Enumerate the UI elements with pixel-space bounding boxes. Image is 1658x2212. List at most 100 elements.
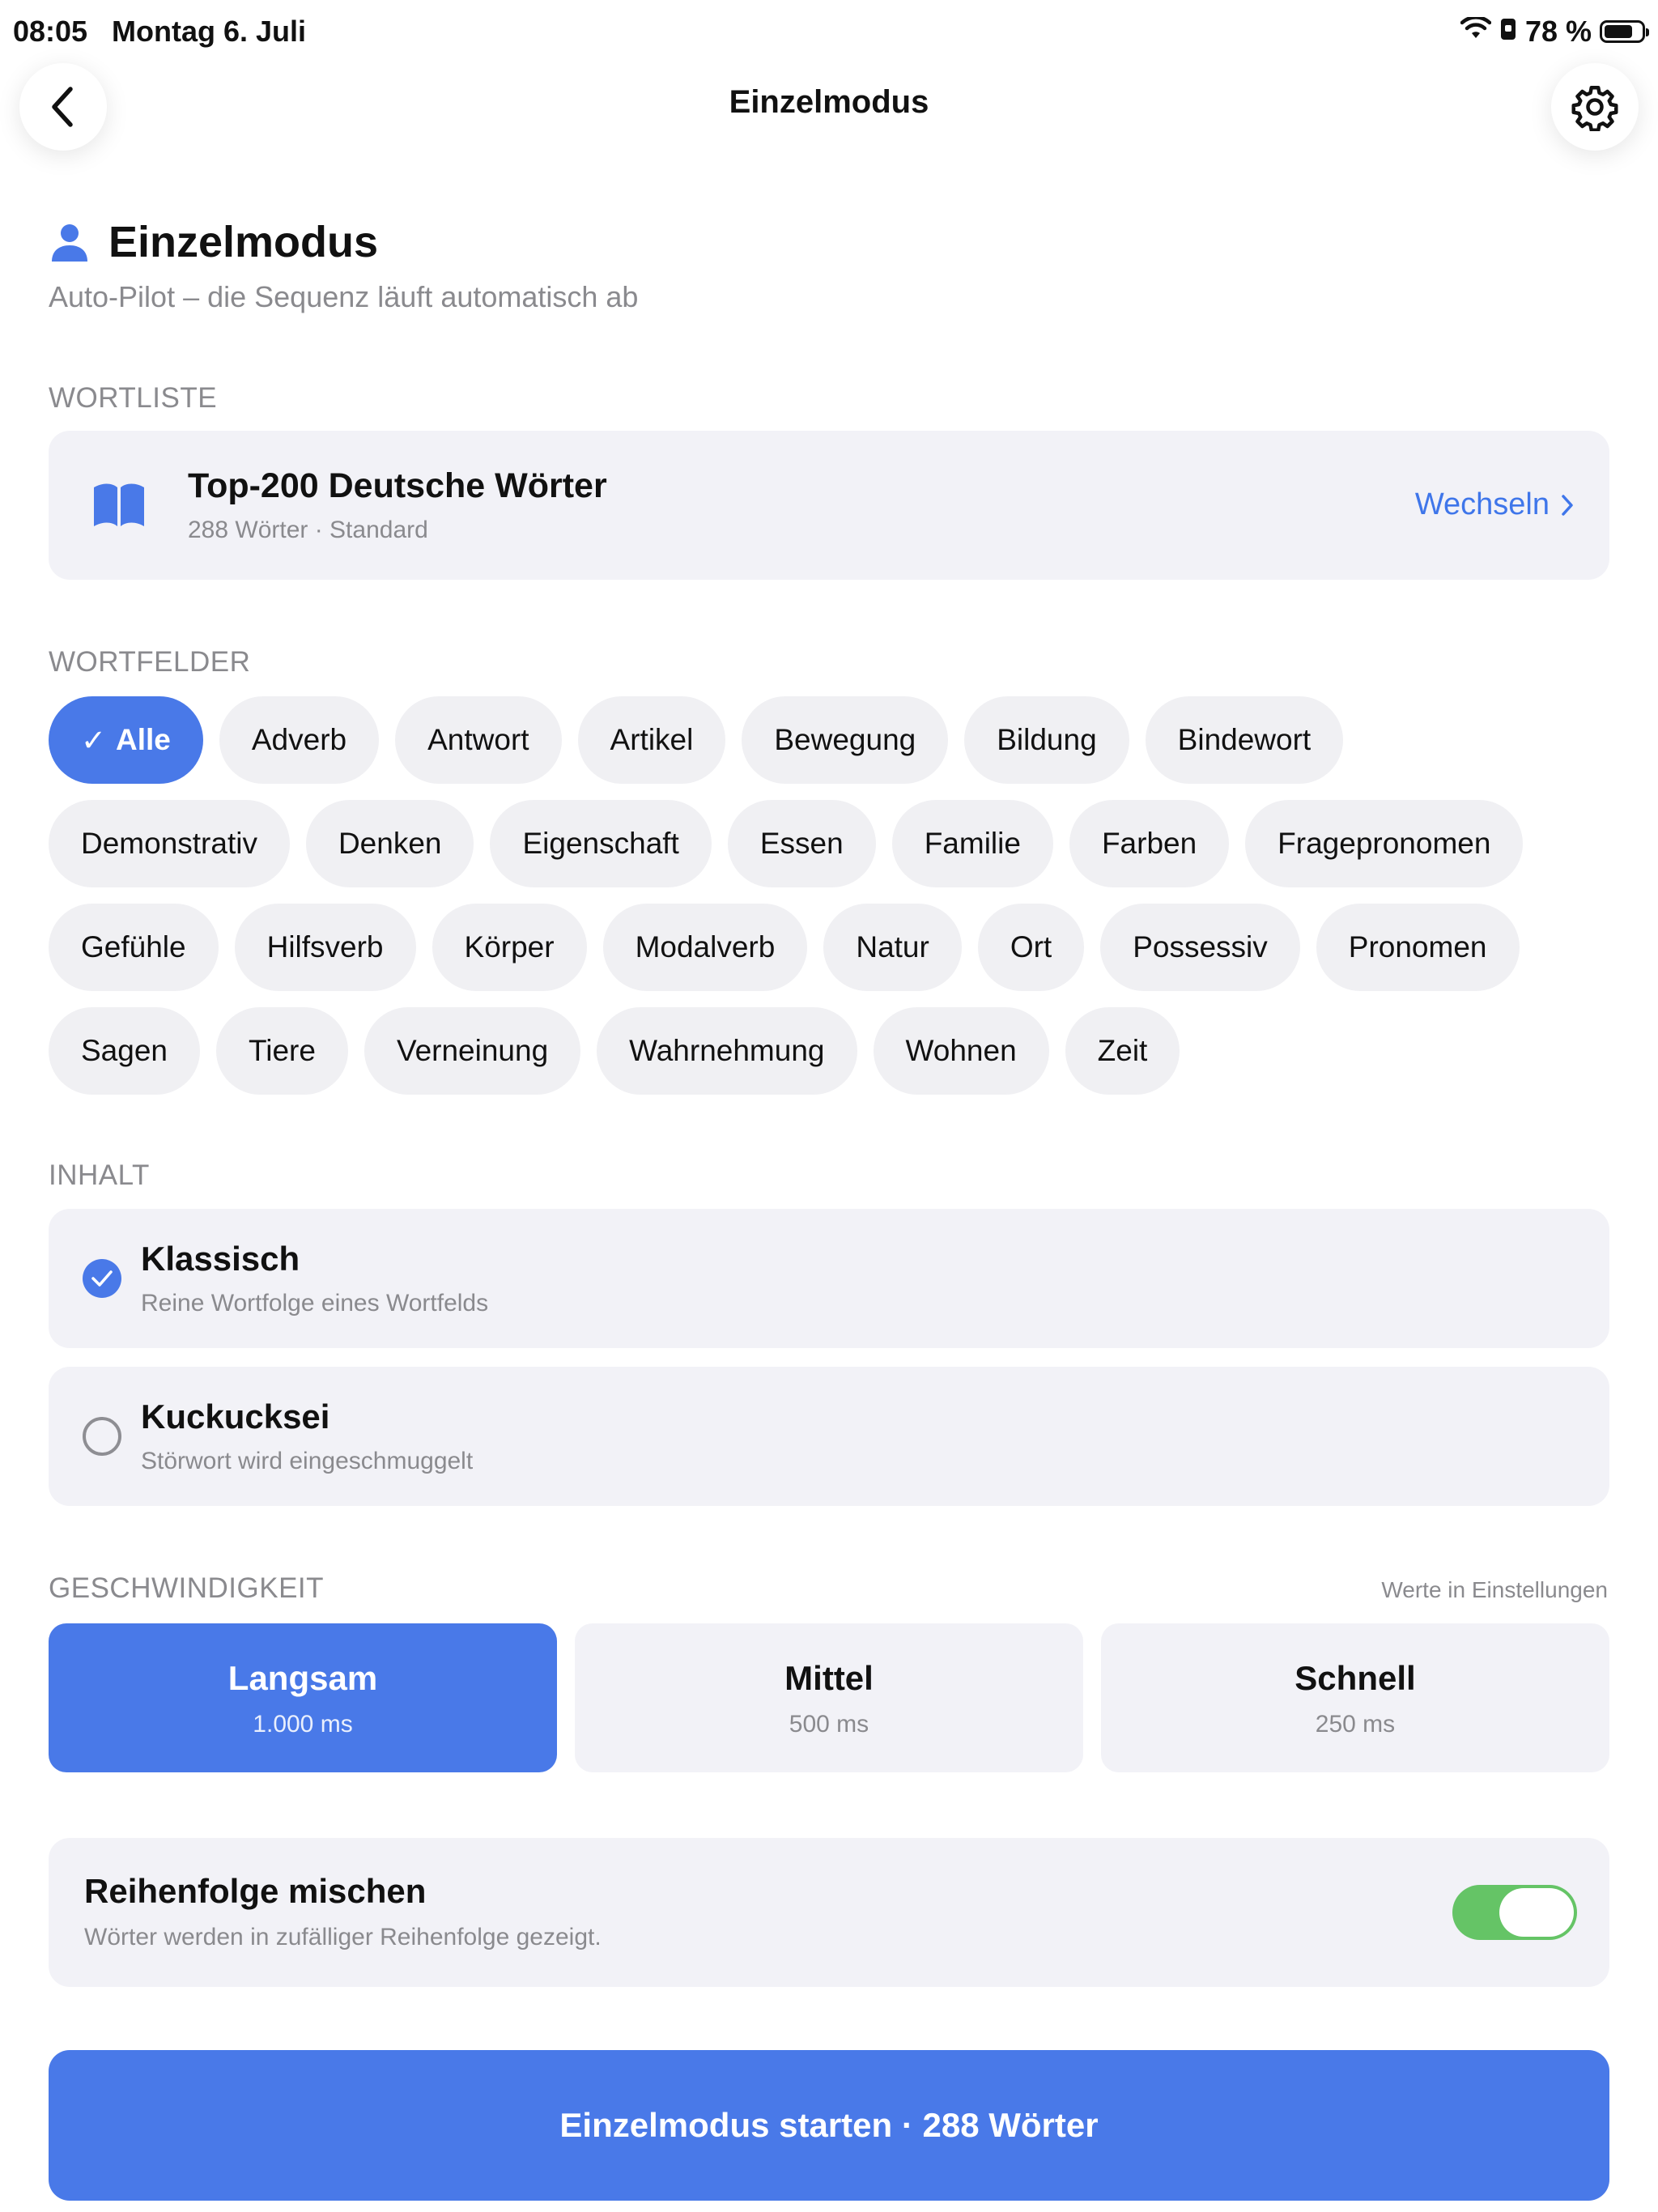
word-field-chip-zeit[interactable]: Zeit <box>1065 1007 1180 1095</box>
status-bar: 08:05 Montag 6. Juli 78 % <box>0 0 1658 65</box>
speed-ms: 1.000 ms <box>253 1711 353 1738</box>
option-title: Klassisch <box>141 1240 300 1278</box>
status-indicators: 78 % <box>1460 15 1649 49</box>
radio-unselected-icon <box>83 1417 121 1456</box>
chip-label: Pronomen <box>1348 930 1487 963</box>
section-label-speed: GESCHWINDIGKEIT <box>49 1572 325 1604</box>
speed-ms: 500 ms <box>789 1711 869 1738</box>
chip-label: Antwort <box>427 723 529 756</box>
word-field-chip-artikel[interactable]: Artikel <box>577 696 726 784</box>
chip-label: Bildung <box>997 723 1097 756</box>
radio-selected-icon <box>83 1259 121 1298</box>
status-time: 08:05 <box>13 15 88 48</box>
battery-icon <box>1600 20 1649 43</box>
section-label-wordlist: WORTLISTE <box>49 382 218 414</box>
word-field-chip-farben[interactable]: Farben <box>1069 800 1230 887</box>
chip-label: Fragepronomen <box>1278 827 1491 860</box>
wordlist-title: Top-200 Deutsche Wörter <box>188 466 607 505</box>
word-field-chip-natur[interactable]: Natur <box>823 904 962 991</box>
word-field-chip-demonstrativ[interactable]: Demonstrativ <box>49 800 290 887</box>
section-label-content: INHALT <box>49 1159 150 1191</box>
speed-fast-button[interactable]: Schnell 250 ms <box>1101 1623 1609 1772</box>
settings-button[interactable] <box>1551 63 1639 151</box>
battery-percent: 78 % <box>1524 15 1592 48</box>
word-field-chip-possessiv[interactable]: Possessiv <box>1100 904 1300 991</box>
word-field-chip-bildung[interactable]: Bildung <box>964 696 1129 784</box>
word-field-chip-bewegung[interactable]: Bewegung <box>742 696 949 784</box>
word-field-chip-modalverb[interactable]: Modalverb <box>602 904 808 991</box>
speed-note: Werte in Einstellungen <box>1381 1577 1608 1602</box>
status-date: Montag 6. Juli <box>112 15 307 48</box>
word-field-chip-tiere[interactable]: Tiere <box>216 1007 348 1095</box>
content-option-klassisch[interactable]: Klassisch Reine Wortfolge eines Wortfeld… <box>49 1209 1609 1348</box>
speed-medium-button[interactable]: Mittel 500 ms <box>575 1623 1083 1772</box>
shuffle-card: Reihenfolge mischen Wörter werden in zuf… <box>49 1838 1609 1987</box>
word-field-chip-pronomen[interactable]: Pronomen <box>1316 904 1520 991</box>
word-field-chip-antwort[interactable]: Antwort <box>395 696 562 784</box>
chip-row: Gefühle Hilfsverb Körper Modalverb Natur Ort P… <box>49 904 1619 991</box>
chip-label: Ort <box>1010 930 1052 963</box>
word-field-chip-denken[interactable]: Denken <box>305 800 474 887</box>
option-title: Kuckucksei <box>141 1397 330 1436</box>
start-button[interactable]: Einzelmodus starten · 288 Wörter <box>49 2050 1609 2201</box>
chip-label: Wahrnehmung <box>629 1034 825 1067</box>
chip-label: Gefühle <box>81 930 186 963</box>
toggle-knob <box>1499 1888 1574 1937</box>
section-label-fields: WORTFELDER <box>49 646 251 678</box>
battery-fill <box>1605 25 1633 38</box>
lock-orientation-icon <box>1499 15 1517 49</box>
word-field-chip-wahrnehmung[interactable]: Wahrnehmung <box>597 1007 857 1095</box>
chip-label: Alle <box>116 723 171 756</box>
word-field-chip-adverb[interactable]: Adverb <box>219 696 380 784</box>
word-field-chip-gefühle[interactable]: Gefühle <box>49 904 219 991</box>
change-wordlist-label: Wechseln <box>1414 487 1550 521</box>
chip-label: Eigenschaft <box>522 827 679 860</box>
word-field-chip-verneinung[interactable]: Verneinung <box>363 1007 581 1095</box>
chip-label: Familie <box>924 827 1021 860</box>
chip-label: Wohnen <box>905 1034 1017 1067</box>
chip-row: Demonstrativ Denken Eigenschaft Essen Famili… <box>49 800 1619 887</box>
chip-row: Sagen Tiere Verneinung Wahrnehmung Wohnen Zei… <box>49 1007 1619 1095</box>
chip-label: Verneinung <box>396 1034 549 1067</box>
change-wordlist-button[interactable]: Wechseln <box>1415 487 1574 522</box>
word-field-chip-essen[interactable]: Essen <box>727 800 876 887</box>
shuffle-title: Reihenfolge mischen <box>84 1872 427 1910</box>
wordlist-meta: 288 Wörter · Standard <box>188 517 428 543</box>
chip-label: Artikel <box>610 723 694 756</box>
word-field-chip-eigenschaft[interactable]: Eigenschaft <box>490 800 712 887</box>
chip-row: ✓ Alle Adverb Antwort Artikel Bewegung Bildung… <box>49 696 1619 784</box>
shuffle-toggle[interactable] <box>1452 1885 1577 1940</box>
speed-label: Langsam <box>227 1659 378 1697</box>
page-subtitle: Auto-Pilot – die Sequenz läuft automatis… <box>49 280 639 313</box>
chevron-right-icon <box>1562 494 1573 516</box>
chip-label: Essen <box>759 827 844 860</box>
word-field-chip-wohnen[interactable]: Wohnen <box>873 1007 1049 1095</box>
chip-label: Tiere <box>249 1034 316 1067</box>
word-field-chip-sagen[interactable]: Sagen <box>49 1007 200 1095</box>
chip-label: Natur <box>856 930 929 963</box>
wifi-icon <box>1460 15 1492 49</box>
chip-label: Modalverb <box>635 930 776 963</box>
gear-icon <box>1571 86 1618 131</box>
word-field-chip-familie[interactable]: Familie <box>891 800 1053 887</box>
word-field-chip-hilfsverb[interactable]: Hilfsverb <box>234 904 416 991</box>
option-subtitle: Störwort wird eingeschmuggelt <box>141 1448 474 1474</box>
word-field-chip-bindewort[interactable]: Bindewort <box>1145 696 1344 784</box>
nav-title: Einzelmodus <box>729 84 929 120</box>
word-field-chip-ort[interactable]: Ort <box>977 904 1085 991</box>
word-field-chip-fragepronomen[interactable]: Fragepronomen <box>1245 800 1524 887</box>
chip-label: Farben <box>1101 827 1197 860</box>
content-option-kuckucksei[interactable]: Kuckucksei Störwort wird eingeschmuggelt <box>49 1367 1609 1506</box>
speed-label: Mittel <box>784 1659 874 1697</box>
checkmark-icon: ✓ <box>81 723 107 757</box>
chip-label: Zeit <box>1097 1034 1148 1067</box>
chip-label: Adverb <box>251 723 347 756</box>
speed-slow-button[interactable]: Langsam 1.000 ms <box>49 1623 557 1772</box>
chip-label: Hilfsverb <box>266 930 384 963</box>
chip-label: Demonstrativ <box>81 827 257 860</box>
word-field-chip-alle[interactable]: ✓ Alle <box>49 696 203 784</box>
word-field-chip-körper[interactable]: Körper <box>432 904 587 991</box>
chip-label: Possessiv <box>1133 930 1268 963</box>
option-subtitle: Reine Wortfolge eines Wortfelds <box>141 1290 489 1317</box>
page-title-text: Einzelmodus <box>108 218 379 266</box>
